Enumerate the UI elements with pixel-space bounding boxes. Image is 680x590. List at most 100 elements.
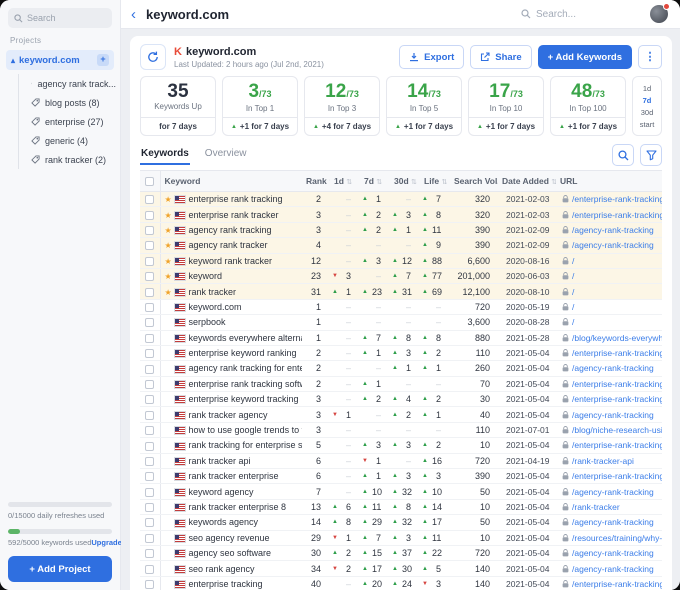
star-icon[interactable]: ★ bbox=[165, 195, 175, 204]
row-checkbox[interactable] bbox=[140, 392, 160, 407]
url-link[interactable]: /agency-rank-tracking bbox=[572, 225, 654, 235]
url-link[interactable]: /enterprise-rank-tracking bbox=[572, 394, 662, 404]
row-checkbox[interactable] bbox=[140, 545, 160, 560]
add-keywords-button[interactable]: + Add Keywords bbox=[538, 45, 632, 69]
keyword-cell[interactable]: enterprise keyword tracking bbox=[160, 392, 302, 407]
select-all-checkbox[interactable] bbox=[140, 171, 160, 192]
url-link[interactable]: /enterprise-rank-tracking bbox=[572, 348, 662, 358]
url-link[interactable]: /agency-rank-tracking bbox=[572, 548, 654, 558]
sidebar-tag-item[interactable]: enterprise (27) bbox=[19, 112, 120, 131]
avatar[interactable] bbox=[650, 5, 668, 23]
star-icon[interactable]: ★ bbox=[165, 241, 175, 250]
keyword-cell[interactable]: seo agency revenue bbox=[160, 530, 302, 545]
url-link[interactable]: /enterprise-rank-tracking bbox=[572, 379, 662, 389]
keyword-cell[interactable]: serpbook bbox=[160, 315, 302, 330]
period-option-30d[interactable]: 30d bbox=[633, 106, 661, 118]
sidebar-search-input[interactable]: Search bbox=[8, 8, 112, 28]
star-icon[interactable]: ★ bbox=[165, 257, 175, 266]
url-link[interactable]: /agency-rank-tracking bbox=[572, 410, 654, 420]
keyword-cell[interactable]: rank tracker enterprise 8 bbox=[160, 499, 302, 514]
column-header-life[interactable]: Life ⇅ bbox=[420, 171, 450, 192]
row-checkbox[interactable] bbox=[140, 361, 160, 376]
sidebar-tag-item[interactable]: agency rank track... bbox=[19, 74, 120, 93]
url-link[interactable]: / bbox=[572, 302, 574, 312]
column-header-date-added[interactable]: Date Added ⇅ bbox=[498, 171, 556, 192]
row-checkbox[interactable] bbox=[140, 299, 160, 314]
url-link[interactable]: /rank-tracker bbox=[572, 502, 620, 512]
row-checkbox[interactable] bbox=[140, 268, 160, 283]
keyword-cell[interactable]: how to use google trends to find a niche bbox=[160, 422, 302, 437]
keyword-cell[interactable]: seo rank agency bbox=[160, 561, 302, 576]
keyword-cell[interactable]: keywords everywhere alternative bbox=[160, 330, 302, 345]
url-link[interactable]: /agency-rank-tracking bbox=[572, 487, 654, 497]
row-checkbox[interactable] bbox=[140, 207, 160, 222]
period-option-start[interactable]: start bbox=[633, 118, 661, 130]
column-header-7d[interactable]: 7d ⇅ bbox=[360, 171, 390, 192]
back-chevron-icon[interactable]: ‹ bbox=[129, 7, 138, 22]
keyword-cell[interactable]: enterprise rank tracking software bbox=[160, 376, 302, 391]
global-search-input[interactable]: Search... bbox=[521, 9, 576, 20]
url-link[interactable]: /blog/niche-research-using-goo bbox=[572, 425, 662, 435]
star-icon[interactable]: ★ bbox=[165, 272, 175, 281]
url-link[interactable]: /resources/training/why-your-s... bbox=[572, 533, 662, 543]
url-link[interactable]: /enterprise-rank-tracking bbox=[572, 210, 662, 220]
url-link[interactable]: / bbox=[572, 317, 574, 327]
keyword-cell[interactable]: ★agency rank tracking bbox=[160, 222, 302, 237]
row-checkbox[interactable] bbox=[140, 484, 160, 499]
url-link[interactable]: / bbox=[572, 256, 574, 266]
column-header-rank[interactable]: Rank ⇅ bbox=[302, 171, 330, 192]
keyword-cell[interactable]: ★rank tracker bbox=[160, 284, 302, 299]
row-checkbox[interactable] bbox=[140, 469, 160, 484]
row-checkbox[interactable] bbox=[140, 576, 160, 590]
column-header-30d[interactable]: 30d ⇅ bbox=[390, 171, 420, 192]
keyword-cell[interactable]: enterprise keyword ranking bbox=[160, 345, 302, 360]
row-checkbox[interactable] bbox=[140, 499, 160, 514]
add-project-button[interactable]: + Add Project bbox=[8, 556, 112, 582]
period-option-7d[interactable]: 7d bbox=[633, 94, 661, 106]
keyword-cell[interactable]: keyword agency bbox=[160, 484, 302, 499]
row-checkbox[interactable] bbox=[140, 376, 160, 391]
keyword-cell[interactable]: enterprise tracking bbox=[160, 576, 302, 590]
table-search-button[interactable] bbox=[612, 144, 634, 166]
share-button[interactable]: Share bbox=[470, 45, 531, 69]
url-link[interactable]: /enterprise-rank-tracking bbox=[572, 194, 662, 204]
url-link[interactable]: /blog/keywords-everywhere-alt... bbox=[572, 333, 662, 343]
table-filter-button[interactable] bbox=[640, 144, 662, 166]
keyword-cell[interactable]: ★enterprise rank tracking bbox=[160, 192, 302, 207]
keyword-cell[interactable]: keyword.com bbox=[160, 299, 302, 314]
url-link[interactable]: /rank-tracker-api bbox=[572, 456, 634, 466]
row-checkbox[interactable] bbox=[140, 284, 160, 299]
row-checkbox[interactable] bbox=[140, 330, 160, 345]
keyword-cell[interactable]: agency rank tracking for enterprise com.… bbox=[160, 361, 302, 376]
keyword-cell[interactable]: agency seo software bbox=[160, 545, 302, 560]
url-link[interactable]: /agency-rank-tracking bbox=[572, 363, 654, 373]
sidebar-tag-item[interactable]: generic (4) bbox=[19, 131, 120, 150]
tab-overview[interactable]: Overview bbox=[204, 145, 248, 165]
column-header-search-vol-[interactable]: Search Vol. ⇅ bbox=[450, 171, 498, 192]
star-icon[interactable]: ★ bbox=[165, 226, 175, 235]
url-link[interactable]: /agency-rank-tracking bbox=[572, 564, 654, 574]
row-checkbox[interactable] bbox=[140, 407, 160, 422]
row-checkbox[interactable] bbox=[140, 453, 160, 468]
keyword-cell[interactable]: rank tracker agency bbox=[160, 407, 302, 422]
url-link[interactable]: /enterprise-rank-tracking bbox=[572, 471, 662, 481]
row-checkbox[interactable] bbox=[140, 561, 160, 576]
row-checkbox[interactable] bbox=[140, 515, 160, 530]
star-icon[interactable]: ★ bbox=[165, 288, 175, 297]
keyword-cell[interactable]: ★keyword rank tracker bbox=[160, 253, 302, 268]
keyword-cell[interactable]: rank tracking for enterprise seo bbox=[160, 438, 302, 453]
keyword-cell[interactable]: ★keyword bbox=[160, 268, 302, 283]
row-checkbox[interactable] bbox=[140, 345, 160, 360]
keyword-cell[interactable]: ★enterprise rank tracker bbox=[160, 207, 302, 222]
sidebar-tag-item[interactable]: rank tracker (2) bbox=[19, 150, 120, 169]
row-checkbox[interactable] bbox=[140, 192, 160, 207]
star-icon[interactable]: ★ bbox=[165, 211, 175, 220]
row-checkbox[interactable] bbox=[140, 253, 160, 268]
url-link[interactable]: /enterprise-rank-tracking bbox=[572, 579, 662, 589]
tab-keywords[interactable]: Keywords bbox=[140, 145, 190, 165]
sidebar-tag-item[interactable]: blog posts (8) bbox=[19, 93, 120, 112]
collapse-caret-icon[interactable]: ▴ bbox=[11, 56, 15, 65]
url-link[interactable]: / bbox=[572, 287, 574, 297]
row-checkbox[interactable] bbox=[140, 222, 160, 237]
add-tag-button[interactable]: + bbox=[97, 54, 109, 66]
